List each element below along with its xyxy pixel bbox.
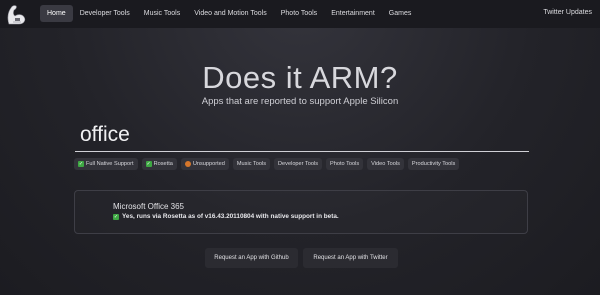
result-status-text: Yes, runs via Rosetta as of v16.43.20110…	[122, 213, 339, 220]
filter-bar: ✓ Full Native Support ✓ Rosetta Unsuppor…	[74, 158, 460, 170]
nav-video-motion-tools[interactable]: Video and Motion Tools	[187, 5, 274, 22]
filter-label: Productivity Tools	[411, 161, 456, 167]
filter-label: Rosetta	[153, 161, 173, 167]
filter-unsupported[interactable]: Unsupported	[180, 158, 229, 170]
filter-rosetta[interactable]: ✓ Rosetta	[141, 158, 177, 170]
stop-icon	[184, 161, 191, 167]
result-card[interactable]: Microsoft Office 365 ✓ Yes, runs via Ros…	[74, 190, 528, 234]
page-title: Does it ARM?	[202, 60, 398, 95]
filter-label: Music Tools	[236, 161, 267, 167]
nav-developer-tools[interactable]: Developer Tools	[73, 5, 137, 22]
result-status: ✓ Yes, runs via Rosetta as of v16.43.201…	[113, 213, 339, 220]
request-github-button[interactable]: Request an App with Github	[205, 248, 298, 268]
nav-photo-tools[interactable]: Photo Tools	[274, 5, 324, 22]
nav-entertainment[interactable]: Entertainment	[324, 5, 382, 22]
check-icon: ✓	[78, 161, 84, 167]
nav-home[interactable]: Home	[40, 5, 73, 22]
nav-twitter-updates[interactable]: Twitter Updates	[543, 9, 592, 16]
check-icon: ✓	[113, 213, 119, 220]
nav-games[interactable]: Games	[382, 5, 419, 22]
filter-label: Photo Tools	[330, 161, 360, 167]
top-nav: Home Developer Tools Music Tools Video a…	[0, 0, 600, 28]
nav-music-tools[interactable]: Music Tools	[137, 5, 187, 22]
filter-label: Full Native Support	[86, 161, 134, 167]
filter-productivity-tools[interactable]: Productivity Tools	[407, 158, 460, 170]
filter-video-tools[interactable]: Video Tools	[367, 158, 404, 170]
request-twitter-button[interactable]: Request an App with Twitter	[303, 248, 398, 268]
filter-full-native-support[interactable]: ✓ Full Native Support	[74, 158, 138, 170]
filter-label: Video Tools	[371, 161, 400, 167]
search-input[interactable]	[75, 118, 529, 152]
filter-label: Developer Tools	[278, 161, 319, 167]
filter-music-tools[interactable]: Music Tools	[232, 158, 271, 170]
filter-photo-tools[interactable]: Photo Tools	[326, 158, 364, 170]
check-icon: ✓	[145, 161, 152, 167]
page-subtitle: Apps that are reported to support Apple …	[201, 96, 399, 107]
arm-flex-icon[interactable]	[4, 2, 30, 26]
result-title: Microsoft Office 365	[113, 202, 184, 211]
filter-label: Unsupported	[192, 161, 225, 167]
nav-links: Home Developer Tools Music Tools Video a…	[40, 5, 418, 22]
filter-developer-tools[interactable]: Developer Tools	[274, 158, 323, 170]
